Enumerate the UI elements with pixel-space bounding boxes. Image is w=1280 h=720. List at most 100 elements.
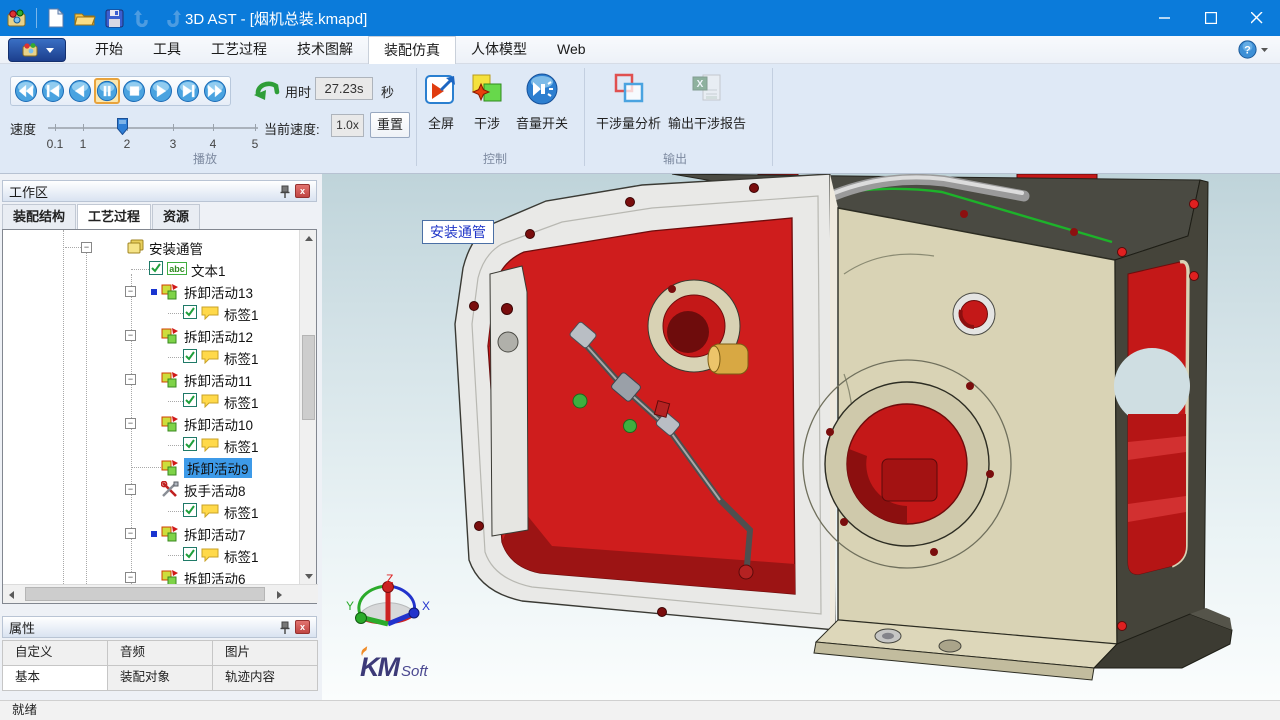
orientation-triad[interactable]: Z X Y — [344, 574, 434, 646]
minimize-button[interactable] — [1142, 0, 1188, 36]
tree-item-label[interactable]: 拆卸活动12 — [184, 326, 253, 346]
tree-item-label[interactable]: 拆卸活动13 — [184, 282, 253, 302]
tree-item-label[interactable]: 拆卸活动7 — [184, 524, 246, 544]
redo-icon[interactable] — [159, 5, 185, 31]
close-icon[interactable]: x — [295, 184, 310, 198]
collapse-icon[interactable]: − — [125, 484, 136, 495]
vertical-scrollbar[interactable] — [299, 230, 316, 584]
ribbon-tab-技术图解[interactable]: 技术图解 — [282, 36, 368, 64]
undo-icon[interactable] — [130, 5, 156, 31]
tree-item-label[interactable]: 拆卸活动10 — [184, 414, 253, 434]
pause-button[interactable] — [94, 78, 120, 104]
ribbon-tab-装配仿真[interactable]: 装配仿真 — [368, 36, 456, 64]
scroll-right-icon[interactable] — [271, 585, 288, 604]
step-back-button[interactable] — [67, 78, 93, 104]
checkbox-checked[interactable] — [183, 393, 197, 410]
tree-item-label[interactable]: 标签1 — [224, 546, 259, 566]
scroll-up-icon[interactable] — [300, 230, 317, 246]
loop-button[interactable] — [252, 77, 282, 105]
tree-item-label[interactable]: 拆卸活动6 — [184, 568, 246, 584]
collapse-icon[interactable]: − — [125, 330, 136, 341]
new-document-icon[interactable] — [43, 5, 69, 31]
scrollbar-thumb[interactable] — [302, 335, 315, 420]
tree-item-标签1[interactable]: 标签1 — [3, 434, 299, 456]
tree-item-标签1[interactable]: 标签1 — [3, 500, 299, 522]
skip-end-button[interactable] — [175, 78, 201, 104]
checkbox-checked[interactable] — [183, 349, 197, 366]
workspace-tab-工艺过程[interactable]: 工艺过程 — [77, 204, 151, 229]
checkbox-checked[interactable] — [183, 437, 197, 454]
tree-item-拆卸活动12[interactable]: − 拆卸活动12 — [3, 324, 299, 346]
collapse-icon[interactable]: − — [125, 572, 136, 583]
checkbox-checked[interactable] — [183, 547, 197, 564]
tree-item-label[interactable]: 标签1 — [224, 348, 259, 368]
rewind-button[interactable] — [13, 78, 39, 104]
properties-tab-装配对象[interactable]: 装配对象 — [107, 665, 213, 691]
ribbon-tab-人体模型[interactable]: 人体模型 — [456, 36, 542, 64]
properties-tab-图片[interactable]: 图片 — [212, 640, 318, 666]
play-button[interactable] — [148, 78, 174, 104]
properties-tab-轨迹内容[interactable]: 轨迹内容 — [212, 665, 318, 691]
workspace-tab-资源[interactable]: 资源 — [152, 204, 200, 229]
collapse-icon[interactable]: − — [125, 374, 136, 385]
stop-button[interactable] — [121, 78, 147, 104]
interference-analysis-button[interactable]: 干涉量分析 — [596, 72, 661, 132]
pin-icon[interactable] — [280, 621, 290, 634]
collapse-icon[interactable]: − — [81, 242, 92, 253]
ribbon-tab-工具[interactable]: 工具 — [138, 36, 196, 64]
excel-report-button[interactable]: X输出干涉报告 — [668, 72, 746, 132]
tree-item-标签1[interactable]: 标签1 — [3, 346, 299, 368]
tree-item-标签1[interactable]: 标签1 — [3, 302, 299, 324]
save-icon[interactable] — [101, 5, 127, 31]
collapse-icon[interactable]: − — [125, 418, 136, 429]
close-button[interactable] — [1234, 0, 1280, 36]
tree-item-label[interactable]: 拆卸活动11 — [184, 370, 252, 390]
fast-forward-button[interactable] — [202, 78, 228, 104]
tree-item-label[interactable]: 文本1 — [191, 260, 226, 280]
checkbox-checked[interactable] — [183, 305, 197, 322]
open-folder-icon[interactable] — [72, 5, 98, 31]
fullscreen-button[interactable]: 全屏 — [424, 72, 458, 132]
tree-item-label[interactable]: 标签1 — [224, 304, 259, 324]
app-menu-button[interactable] — [8, 38, 66, 62]
scroll-down-icon[interactable] — [300, 568, 317, 584]
ribbon-tab-Web[interactable]: Web — [542, 36, 601, 64]
tree-item-label[interactable]: 标签1 — [224, 436, 259, 456]
tree-item-拆卸活动7[interactable]: − 拆卸活动7 — [3, 522, 299, 544]
ribbon-tab-工艺过程[interactable]: 工艺过程 — [196, 36, 282, 64]
ribbon-tab-开始[interactable]: 开始 — [80, 36, 138, 64]
skip-start-button[interactable] — [40, 78, 66, 104]
tree-item-标签1[interactable]: 标签1 — [3, 390, 299, 412]
tree-item-label[interactable]: 安装通管 — [149, 238, 203, 258]
scrollbar-thumb[interactable] — [25, 587, 265, 601]
collapse-icon[interactable]: − — [125, 528, 136, 539]
properties-tab-基本[interactable]: 基本 — [2, 665, 108, 691]
tree-item-拆卸活动13[interactable]: − 拆卸活动13 — [3, 280, 299, 302]
tree-item-拆卸活动11[interactable]: − 拆卸活动11 — [3, 368, 299, 390]
viewport-3d[interactable]: 安装通管 Z X Y KMSoft — [322, 174, 1280, 700]
checkbox-checked[interactable] — [149, 261, 163, 278]
interference-button[interactable]: 干涉 — [470, 72, 504, 132]
collapse-icon[interactable]: − — [125, 286, 136, 297]
pin-icon[interactable] — [280, 185, 290, 198]
tree-item-文本1[interactable]: abc文本1 — [3, 258, 299, 280]
tree-item-拆卸活动10[interactable]: − 拆卸活动10 — [3, 412, 299, 434]
tree-item-label[interactable]: 标签1 — [224, 392, 259, 412]
tree-item-安装通管[interactable]: − 安装通管 — [3, 236, 299, 258]
reset-button[interactable]: 重置 — [370, 112, 410, 138]
speed-slider-track[interactable] — [48, 127, 258, 129]
tree-item-标签1[interactable]: 标签1 — [3, 544, 299, 566]
tree-item-拆卸活动6[interactable]: − 拆卸活动6 — [3, 566, 299, 584]
tree-item-拆卸活动9[interactable]: 拆卸活动9 — [3, 456, 299, 478]
properties-tab-音频[interactable]: 音频 — [107, 640, 213, 666]
help-button[interactable]: ? — [1238, 40, 1268, 59]
tree-item-label[interactable]: 拆卸活动9 — [184, 458, 252, 478]
properties-tab-自定义[interactable]: 自定义 — [2, 640, 108, 666]
tree-item-label[interactable]: 扳手活动8 — [184, 480, 246, 500]
checkbox-checked[interactable] — [183, 503, 197, 520]
tree-item-label[interactable]: 标签1 — [224, 502, 259, 522]
scroll-left-icon[interactable] — [3, 585, 20, 604]
close-icon[interactable]: x — [295, 620, 310, 634]
speed-slider-thumb[interactable] — [117, 118, 128, 135]
maximize-button[interactable] — [1188, 0, 1234, 36]
